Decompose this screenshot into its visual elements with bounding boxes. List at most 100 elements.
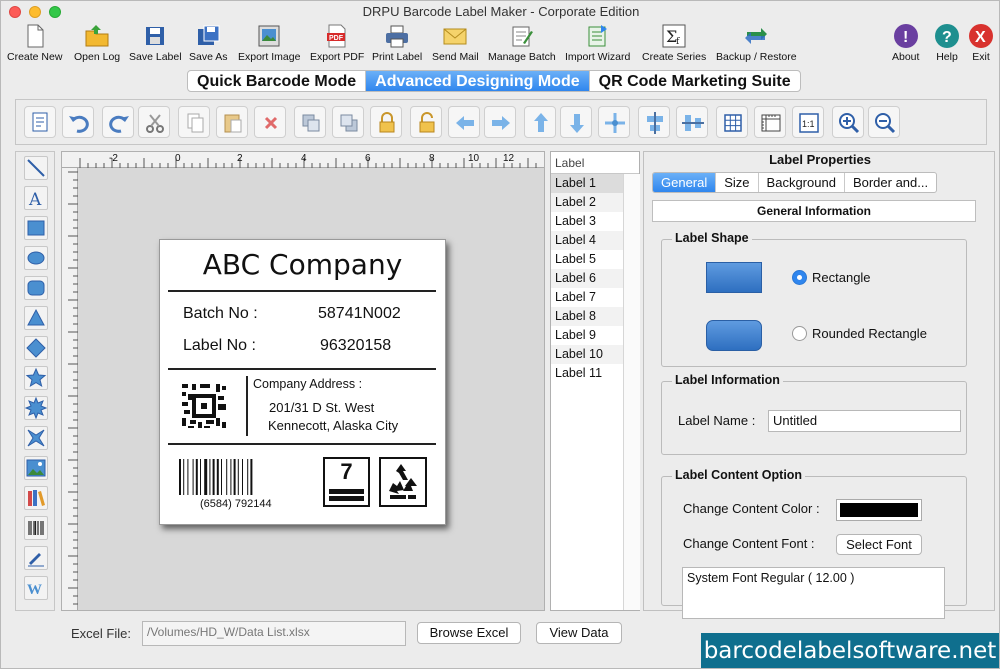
rectangle-shape-preview[interactable] (706, 262, 762, 293)
list-item[interactable]: Label 5 (551, 250, 623, 269)
label-canvas[interactable]: ABC Company Batch No : 58741N002 Label N… (159, 239, 446, 525)
copy-button[interactable] (178, 106, 210, 138)
lock-button[interactable] (370, 106, 402, 138)
barcode-caption-text[interactable]: (6584) 792144 (200, 498, 272, 510)
move-right-button[interactable] (484, 106, 516, 138)
rounded-rectangle-tool[interactable] (24, 276, 48, 300)
burst-tool[interactable] (24, 396, 48, 420)
address-line1-text[interactable]: 201/31 D St. West (269, 400, 374, 415)
batch-value-text[interactable]: 58741N002 (318, 305, 401, 323)
center-button[interactable] (598, 106, 630, 138)
export-pdf-button[interactable]: PDF Export PDF (310, 23, 364, 63)
ruler-button[interactable] (754, 106, 786, 138)
label-no-label-text[interactable]: Label No : (183, 337, 256, 355)
save-label-button[interactable]: Save Label (129, 23, 182, 63)
view-data-button[interactable]: View Data (536, 622, 622, 644)
maximize-window-icon[interactable] (49, 6, 61, 18)
list-item[interactable]: Label 11 (551, 364, 623, 383)
manage-batch-button[interactable]: Manage Batch (488, 23, 556, 63)
qr-code-marketing-suite-tab[interactable]: QR Code Marketing Suite (590, 71, 800, 91)
signature-tool[interactable] (24, 546, 48, 570)
list-item[interactable]: Label 1 (551, 174, 623, 193)
ellipse-tool[interactable] (24, 246, 48, 270)
list-scrollbar[interactable] (623, 174, 640, 610)
image-tool[interactable] (24, 456, 48, 480)
print-label-button[interactable]: Print Label (372, 23, 422, 63)
text-tool[interactable]: A (24, 186, 48, 210)
barcode-tool[interactable] (24, 516, 48, 540)
send-mail-button[interactable]: Send Mail (432, 23, 479, 63)
cut-button[interactable] (138, 106, 170, 138)
open-log-button[interactable]: Open Log (74, 23, 120, 63)
move-left-button[interactable] (448, 106, 480, 138)
help-button[interactable]: ? Help (934, 23, 960, 63)
minimize-window-icon[interactable] (29, 6, 41, 18)
library-tool[interactable] (24, 486, 48, 510)
list-item[interactable]: Label 3 (551, 212, 623, 231)
excel-path-input[interactable]: /Volumes/HD_W/Data List.xlsx (142, 621, 406, 646)
delete-button[interactable] (254, 106, 286, 138)
list-item[interactable]: Label 6 (551, 269, 623, 288)
package-count-symbol[interactable]: 7 (323, 457, 370, 507)
list-item[interactable]: Label 9 (551, 326, 623, 345)
paste-button[interactable] (216, 106, 248, 138)
move-down-button[interactable] (560, 106, 592, 138)
align-vertical-button[interactable] (638, 106, 670, 138)
divider-line[interactable] (168, 290, 436, 292)
move-up-button[interactable] (524, 106, 556, 138)
actual-size-button[interactable]: 1:1 (792, 106, 824, 138)
label-name-input[interactable]: Untitled (768, 410, 961, 432)
zoom-in-button[interactable] (832, 106, 864, 138)
company-name-text[interactable]: ABC Company (160, 248, 445, 281)
diamond-tool[interactable] (24, 336, 48, 360)
batch-label-text[interactable]: Batch No : (183, 305, 258, 323)
about-button[interactable]: ! About (892, 23, 919, 63)
grid-button[interactable] (716, 106, 748, 138)
star-tool[interactable] (24, 366, 48, 390)
divider-line[interactable] (168, 443, 436, 445)
browse-excel-button[interactable]: Browse Excel (417, 622, 521, 644)
list-item[interactable]: Label 2 (551, 193, 623, 212)
save-as-button[interactable]: Save As (189, 23, 228, 63)
qr-code-image[interactable] (180, 382, 228, 430)
rectangle-tool[interactable] (24, 216, 48, 240)
line-tool[interactable] (24, 156, 48, 180)
design-canvas-area[interactable]: -2 0 2 4 6 8 10 12 ABC Company Batch No … (61, 151, 545, 611)
rounded-option-label[interactable]: Rounded Rectangle (812, 326, 927, 341)
zoom-out-button[interactable] (868, 106, 900, 138)
send-backward-button[interactable] (332, 106, 364, 138)
list-item[interactable]: Label 8 (551, 307, 623, 326)
label-list-header[interactable]: Label (551, 152, 639, 174)
list-item[interactable]: Label 7 (551, 288, 623, 307)
label-no-value-text[interactable]: 96320158 (320, 337, 391, 355)
unlock-button[interactable] (410, 106, 442, 138)
list-item[interactable]: Label 4 (551, 231, 623, 250)
recycle-symbol[interactable] (379, 457, 427, 507)
advanced-designing-mode-tab[interactable]: Advanced Designing Mode (366, 71, 590, 91)
linear-barcode-image[interactable] (179, 459, 279, 497)
vertical-divider-line[interactable] (246, 376, 248, 436)
tab-border[interactable]: Border and... (845, 173, 936, 192)
redo-button[interactable] (102, 106, 134, 138)
export-image-button[interactable]: Export Image (238, 23, 300, 63)
rounded-shape-preview[interactable] (706, 320, 762, 351)
watermark-tool[interactable]: W (24, 576, 48, 600)
import-wizard-button[interactable]: Import Wizard (565, 23, 630, 63)
rectangle-option-label[interactable]: Rectangle (812, 270, 871, 285)
rectangle-radio[interactable] (792, 270, 807, 285)
tab-general[interactable]: General (653, 173, 717, 192)
create-new-button[interactable]: Create New (7, 23, 62, 63)
properties-button[interactable] (24, 106, 56, 138)
divider-line[interactable] (168, 368, 436, 370)
address-title-text[interactable]: Company Address : (253, 377, 362, 391)
align-horizontal-button[interactable] (676, 106, 708, 138)
create-series-button[interactable]: Σf Create Series (642, 23, 706, 63)
triangle-tool[interactable] (24, 306, 48, 330)
bring-forward-button[interactable] (294, 106, 326, 138)
quick-barcode-mode-tab[interactable]: Quick Barcode Mode (188, 71, 367, 91)
close-window-icon[interactable] (9, 6, 21, 18)
exit-button[interactable]: X Exit (968, 23, 994, 63)
tab-background[interactable]: Background (759, 173, 845, 192)
content-color-swatch[interactable] (836, 499, 922, 521)
rounded-rectangle-radio[interactable] (792, 326, 807, 341)
